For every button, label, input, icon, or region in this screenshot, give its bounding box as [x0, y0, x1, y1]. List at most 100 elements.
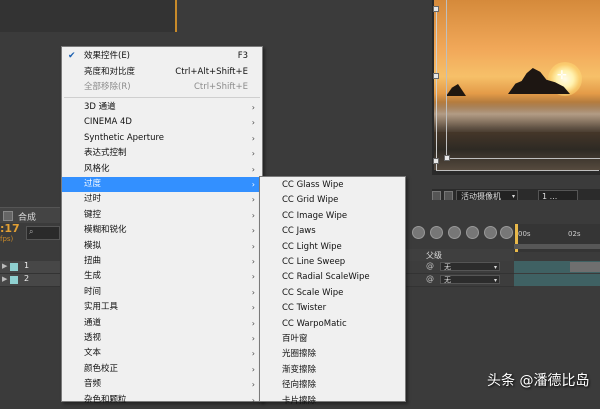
menu-category-item[interactable]: 表达式控制 ›: [62, 146, 262, 161]
submenu-item[interactable]: CC Jaws: [260, 224, 405, 239]
graph-editor-icon[interactable]: [500, 226, 513, 239]
layer-color-swatch[interactable]: [10, 263, 18, 271]
menu-category-item[interactable]: 透视 ›: [62, 331, 262, 346]
layer-duration-bar[interactable]: [570, 262, 600, 272]
parent-header-label: 父级: [426, 251, 442, 260]
submenu-item[interactable]: CC Light Wipe: [260, 240, 405, 255]
menu-item-remove-all[interactable]: 全部移除(R) Ctrl+Shift+E: [62, 80, 262, 95]
submenu-item[interactable]: 百叶窗: [260, 332, 405, 347]
transition-submenu: CC Glass Wipe CC Grid Wipe CC Image Wipe CC…: [259, 176, 406, 406]
submenu-item[interactable]: CC Radial ScaleWipe: [260, 270, 405, 285]
submenu-item-label: 渐变擦除: [282, 364, 317, 375]
layer-track[interactable]: [514, 274, 600, 286]
comp-mini-flowchart-icon[interactable]: [412, 226, 425, 239]
submenu-item[interactable]: CC Line Sweep: [260, 255, 405, 270]
menu-category-item[interactable]: 实用工具 ›: [62, 300, 262, 315]
submenu-item[interactable]: CC Scale Wipe: [260, 286, 405, 301]
chevron-right-icon: ›: [251, 272, 255, 282]
submenu-item-label: CC Image Wipe: [282, 210, 348, 221]
submenu-item-label: CC Line Sweep: [282, 257, 346, 267]
parent-dropdown[interactable]: 无 ▾: [440, 275, 500, 284]
layer-row[interactable]: ▶ 2: [0, 274, 60, 287]
watermark-text: 头条 @潘德比岛: [487, 373, 590, 389]
project-panel: [0, 0, 177, 32]
time-ruler[interactable]: 00s 02s: [514, 224, 600, 252]
submenu-item[interactable]: 渐变擦除: [260, 363, 405, 378]
pick-whip-icon[interactable]: @: [426, 261, 434, 270]
chevron-right-icon: ›: [251, 364, 255, 374]
submenu-item-label: CC Jaws: [282, 226, 316, 237]
menu-item-label: 模拟: [84, 240, 102, 251]
shy-layers-icon[interactable]: [448, 226, 461, 239]
menu-item-label: 表达式控制: [84, 148, 127, 159]
menu-item-label: 3D 通道: [84, 102, 116, 112]
fps-label: fps): [0, 235, 14, 243]
menu-category-item[interactable]: 音频 ›: [62, 377, 262, 392]
menu-category-item[interactable]: 风格化 ›: [62, 162, 262, 177]
frame-blending-icon[interactable]: [466, 226, 479, 239]
expand-triangle-icon[interactable]: ▶: [2, 275, 7, 283]
submenu-item[interactable]: 光圈擦除: [260, 347, 405, 362]
chevron-right-icon: ›: [251, 349, 255, 359]
menu-category-item[interactable]: 过时 ›: [62, 192, 262, 207]
motion-blur-icon[interactable]: [484, 226, 497, 239]
menu-item-label: Synthetic Aperture: [84, 132, 165, 143]
menu-item-effect-controls[interactable]: ✔ 效果控件(E) F3: [62, 49, 262, 64]
menu-category-item[interactable]: Synthetic Aperture ›: [62, 131, 262, 146]
layer-track[interactable]: [514, 261, 600, 273]
menu-category-item[interactable]: 杂色和颗粒 ›: [62, 393, 262, 408]
menu-category-item[interactable]: 3D 通道 ›: [62, 100, 262, 115]
anchor-point-icon[interactable]: ✛: [557, 69, 567, 81]
submenu-item[interactable]: CC Twister: [260, 301, 405, 316]
ruler-tick: 00s: [518, 230, 531, 238]
draft-3d-icon[interactable]: [430, 226, 443, 239]
transform-handle[interactable]: [433, 158, 439, 164]
submenu-item[interactable]: 径向擦除: [260, 378, 405, 393]
submenu-item[interactable]: CC Image Wipe: [260, 209, 405, 224]
menu-category-item[interactable]: 文本 ›: [62, 346, 262, 361]
submenu-item-label: CC Light Wipe: [282, 241, 342, 252]
menu-item-label: 实用工具: [84, 302, 119, 313]
chevron-right-icon: ›: [251, 103, 255, 112]
menu-category-item[interactable]: CINEMA 4D ›: [62, 115, 262, 130]
menu-item-label: 文本: [84, 348, 102, 359]
layer-number: 1: [24, 261, 30, 270]
transform-handle[interactable]: [444, 155, 450, 161]
submenu-item[interactable]: 卡片擦除: [260, 394, 405, 409]
pick-whip-icon[interactable]: @: [426, 274, 434, 283]
transform-handle[interactable]: [433, 73, 439, 79]
menu-category-item[interactable]: 模拟 ›: [62, 239, 262, 254]
menu-item-label: 透视: [84, 333, 102, 343]
work-area-bar[interactable]: [514, 244, 600, 249]
menu-item-label: 杂色和颗粒: [84, 394, 127, 405]
menu-item-label: 键控: [84, 209, 102, 220]
layer-color-swatch[interactable]: [10, 276, 18, 284]
menu-category-item[interactable]: 颜色校正 ›: [62, 362, 262, 377]
menu-item-brightness-contrast[interactable]: 亮度和对比度 Ctrl+Alt+Shift+E: [62, 65, 262, 80]
effect-context-menu: ✔ 效果控件(E) F3 亮度和对比度 Ctrl+Alt+Shift+E 全部移…: [61, 46, 263, 405]
menu-category-item[interactable]: 过度 ›: [62, 177, 262, 193]
submenu-item[interactable]: CC WarpoMatic: [260, 317, 405, 332]
menu-category-item[interactable]: 通道 ›: [62, 316, 262, 331]
chevron-right-icon: ›: [251, 241, 255, 251]
layer-search-input[interactable]: ⌕: [26, 226, 60, 240]
chevron-right-icon: ›: [251, 118, 255, 128]
parent-dropdown[interactable]: 无 ▾: [440, 262, 500, 271]
menu-category-item[interactable]: 扭曲 ›: [62, 254, 262, 269]
expand-triangle-icon[interactable]: ▶: [2, 262, 7, 270]
transform-handle[interactable]: [433, 6, 439, 12]
chevron-right-icon: ›: [251, 149, 255, 159]
tab-composition[interactable]: 合成: [0, 207, 60, 223]
submenu-item[interactable]: CC Glass Wipe: [260, 178, 405, 193]
menu-category-item[interactable]: 生成 ›: [62, 269, 262, 284]
menu-item-label: 模糊和锐化: [84, 225, 127, 236]
submenu-item[interactable]: CC Grid Wipe: [260, 193, 405, 208]
layer-row[interactable]: ▶ 1: [0, 261, 60, 274]
menu-category-item[interactable]: 时间 ›: [62, 285, 262, 300]
chevron-right-icon: ›: [251, 395, 255, 405]
menu-category-item[interactable]: 键控 ›: [62, 208, 262, 223]
submenu-item-label: CC Glass Wipe: [282, 180, 344, 190]
parent-value: 无: [444, 276, 451, 284]
current-time[interactable]: :17: [0, 222, 20, 235]
menu-category-item[interactable]: 模糊和锐化 ›: [62, 223, 262, 238]
